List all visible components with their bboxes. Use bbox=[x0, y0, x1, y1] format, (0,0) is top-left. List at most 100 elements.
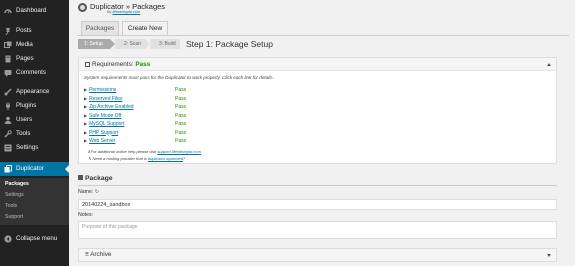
dashboard-icon bbox=[4, 7, 12, 15]
sidebar-item-label: Comments bbox=[16, 69, 46, 76]
section-divider bbox=[78, 185, 557, 186]
sidebar-subitem-support[interactable]: Support bbox=[0, 212, 69, 223]
requirement-link[interactable]: Zip Archive Enabled bbox=[89, 104, 133, 110]
requirement-link[interactable]: PHP Support bbox=[89, 130, 118, 136]
requirement-status: Pass bbox=[175, 121, 187, 127]
sidebar-item-label: Tools bbox=[16, 130, 31, 137]
sidebar-item-label: Appearance bbox=[16, 88, 50, 95]
help-note-text: For additional online help please visit bbox=[90, 149, 158, 154]
triangle-right-icon: ▶ bbox=[84, 95, 88, 101]
requirement-link[interactable]: Safe Mode Off bbox=[89, 113, 121, 119]
sidebar-item-label: Plugins bbox=[16, 102, 37, 109]
requirement-row: ▶ Web Server Pass bbox=[84, 137, 186, 145]
support-link[interactable]: support.lifeinthegrid.com bbox=[157, 149, 201, 154]
sidebar-item-media[interactable]: Media bbox=[0, 38, 69, 52]
requirements-intro: System requirements must pass for the Du… bbox=[84, 75, 274, 80]
triangle-right-icon: ▶ bbox=[84, 112, 88, 118]
package-name-input[interactable] bbox=[78, 199, 557, 210]
collapse-menu-button[interactable]: Collapse menu bbox=[0, 232, 69, 246]
requirements-title: Requirements: bbox=[92, 61, 136, 68]
plug-icon bbox=[4, 102, 12, 110]
triangle-right-icon: ▶ bbox=[84, 87, 88, 92]
step-build: 3: Build bbox=[150, 39, 180, 49]
requirement-status: Pass bbox=[175, 87, 187, 93]
requirement-row: ▶ PHP Support Pass bbox=[84, 129, 186, 137]
sidebar-item-users[interactable]: Users bbox=[0, 113, 69, 127]
pin-icon bbox=[4, 27, 12, 36]
archive-header[interactable]: ≡ Archive bbox=[79, 249, 556, 261]
tab-create-new[interactable]: Create New bbox=[122, 21, 168, 35]
requirement-row: ▶ Safe Mode Off Pass bbox=[84, 112, 186, 120]
media-icon bbox=[4, 41, 12, 49]
sidebar-item-comments[interactable]: Comments bbox=[0, 66, 69, 80]
comment-icon bbox=[4, 69, 12, 77]
triangle-right-icon: ▶ bbox=[84, 104, 88, 109]
sidebar-item-label: Settings bbox=[16, 144, 39, 151]
user-icon bbox=[4, 116, 12, 124]
archive-panel: ≡ Archive bbox=[78, 248, 557, 262]
sidebar-item-dashboard[interactable]: Dashboard bbox=[0, 4, 69, 18]
tab-packages[interactable]: Packages bbox=[81, 21, 119, 35]
triangle-right-icon: ▶ bbox=[84, 121, 88, 126]
sidebar-item-settings[interactable]: Settings bbox=[0, 141, 69, 155]
sidebar-item-tools[interactable]: Tools bbox=[0, 127, 69, 141]
collapse-icon bbox=[4, 235, 12, 243]
requirement-row: ▶ Zip Archive Enabled Pass bbox=[84, 103, 186, 111]
refresh-icon[interactable]: ↻ bbox=[95, 189, 99, 195]
step-title: Step 1: Package Setup bbox=[186, 39, 273, 49]
sidebar-subitem-packages[interactable]: Packages bbox=[0, 179, 69, 190]
tab-divider bbox=[77, 35, 569, 36]
sidebar-item-label: Duplicator bbox=[16, 165, 44, 172]
sidebar-item-label: Media bbox=[16, 41, 33, 48]
main-content: Duplicator » Packages By lifeinthegrid.c… bbox=[69, 0, 575, 266]
scrollbar[interactable] bbox=[569, 0, 575, 266]
collapse-menu-label: Collapse menu bbox=[16, 235, 58, 242]
requirement-link[interactable]: Permissions bbox=[89, 87, 116, 93]
requirement-status: Pass bbox=[175, 95, 187, 102]
requirement-status: Pass bbox=[175, 104, 187, 110]
sidebar-item-appearance[interactable]: Appearance bbox=[0, 85, 69, 99]
triangle-right-icon: ▶ bbox=[84, 138, 88, 143]
duplicator-logo bbox=[78, 3, 87, 12]
approved-hosts-link[interactable]: duplicator approved bbox=[148, 156, 183, 161]
hosting-note-text: Need a hosting provider that is bbox=[92, 155, 148, 161]
requirement-link[interactable]: MySQL Support bbox=[89, 121, 124, 127]
requirement-row: ▶ MySQL Support Pass bbox=[84, 120, 186, 128]
package-notes-input[interactable] bbox=[78, 221, 557, 239]
requirements-header[interactable]: Requirements: Pass bbox=[79, 58, 556, 71]
sidebar-item-duplicator[interactable]: Duplicator bbox=[0, 162, 69, 176]
package-section-title: Package bbox=[78, 175, 113, 182]
sidebar-item-label: Pages bbox=[16, 55, 34, 62]
help-note: ℹ For additional online help please visi… bbox=[88, 149, 201, 154]
step-scan: 2: Scan bbox=[115, 39, 145, 49]
requirement-status: Pass bbox=[175, 112, 187, 119]
byline: By lifeinthegrid.com bbox=[107, 10, 140, 14]
sidebar-subitem-settings[interactable]: Settings bbox=[0, 190, 69, 201]
hosting-note-suffix: ? bbox=[182, 155, 186, 161]
name-label: Name: ↻ bbox=[78, 189, 99, 195]
requirement-row: ▶ Reserved Files Pass bbox=[84, 95, 186, 103]
settings-icon bbox=[4, 144, 12, 152]
requirement-status: Pass bbox=[175, 138, 187, 144]
requirements-panel: Requirements: Pass System requirements m… bbox=[78, 57, 557, 164]
requirement-link[interactable]: Reserved Files bbox=[89, 96, 122, 102]
collapse-arrow-icon[interactable] bbox=[547, 63, 551, 66]
expand-arrow-icon[interactable] bbox=[547, 254, 551, 257]
requirement-row: ▶ Permissions Pass bbox=[84, 86, 186, 94]
wrench-icon bbox=[4, 130, 12, 138]
checkbox-icon bbox=[85, 61, 90, 67]
sidebar-item-pages[interactable]: Pages bbox=[0, 52, 69, 66]
triangle-right-icon: ▶ bbox=[84, 129, 88, 135]
hosting-note: ✎ Need a hosting provider that is duplic… bbox=[88, 156, 185, 161]
package-title: Package bbox=[85, 175, 113, 182]
name-label-text: Name: bbox=[78, 189, 94, 195]
requirement-link[interactable]: Web Server bbox=[89, 138, 115, 144]
brush-icon bbox=[4, 88, 12, 96]
sidebar-item-label: Posts bbox=[16, 27, 32, 34]
sidebar-subitem-tools[interactable]: Tools bbox=[0, 201, 69, 212]
sidebar-item-plugins[interactable]: Plugins bbox=[0, 99, 69, 113]
sidebar-item-posts[interactable]: Posts bbox=[0, 24, 69, 38]
byline-link[interactable]: lifeinthegrid.com bbox=[113, 10, 141, 14]
sidebar-item-label: Dashboard bbox=[16, 7, 47, 14]
step-setup: 1: Setup bbox=[78, 39, 110, 49]
